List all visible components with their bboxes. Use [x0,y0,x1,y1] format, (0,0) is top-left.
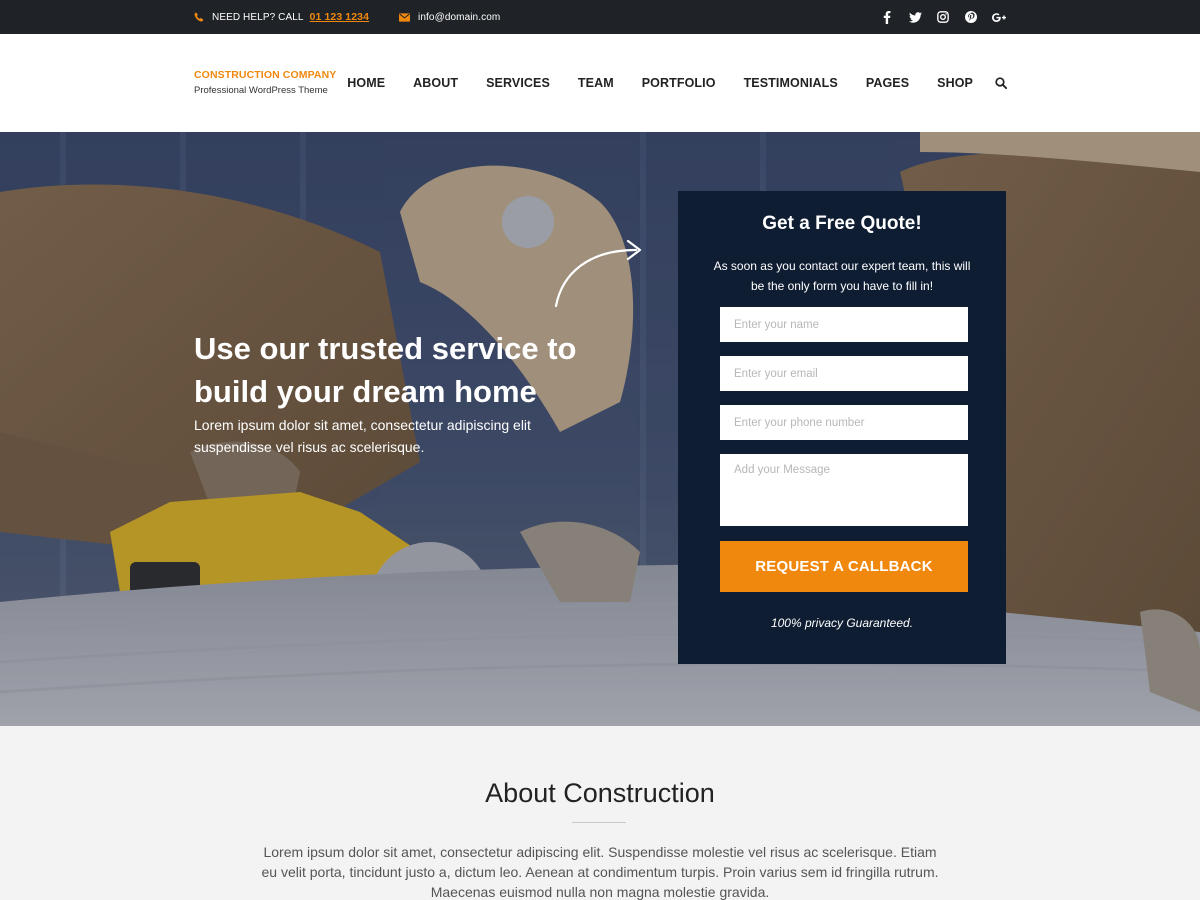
pinterest-icon[interactable] [964,10,978,24]
main-nav: HOME ABOUT SERVICES TEAM PORTFOLIO TESTI… [319,34,1007,132]
hero-overlay [0,132,1200,726]
hero-text: Lorem ipsum dolor sit amet, consectetur … [194,417,531,455]
nav-item-services[interactable]: SERVICES [486,76,550,90]
nav-item-team[interactable]: TEAM [578,76,614,90]
message-field[interactable] [720,454,968,526]
about-divider [572,822,626,823]
privacy-note: 100% privacy Guaranteed. [770,616,914,630]
top-bar: NEED HELP? CALL 01 123 1234 info@domain.… [0,0,1200,34]
phone-link[interactable]: 01 123 1234 [310,11,370,23]
about-text: Lorem ipsum dolor sit amet, consectetur … [261,844,939,900]
search-icon[interactable] [995,77,1007,89]
nav-item-home[interactable]: HOME [347,76,385,90]
site-header: CONSTRUCTION COMPANY Professional WordPr… [0,34,1200,132]
request-callback-button[interactable]: REQUEST A CALLBACK [720,541,968,592]
facebook-icon[interactable] [880,10,894,24]
brand-name: CONSTRUCTION COMPANY [194,69,337,81]
email-link[interactable]: info@domain.com [418,12,500,23]
hero-section: Use our trusted service to build your dr… [0,132,1200,726]
quote-subtitle: As soon as you contact our expert team, … [713,259,971,293]
phone-icon [194,12,204,22]
envelope-icon [399,12,411,22]
hero-title: Use our trusted service to build your dr… [194,331,577,409]
about-section: About Construction Lorem ipsum dolor sit… [0,726,1200,900]
brand-tagline: Professional WordPress Theme [194,85,328,96]
twitter-icon[interactable] [908,10,922,24]
nav-item-about[interactable]: ABOUT [413,76,458,90]
nav-item-pages[interactable]: PAGES [866,76,909,90]
phone-field[interactable] [720,405,968,440]
help-label: NEED HELP? CALL [212,11,304,23]
google-plus-icon[interactable] [992,10,1006,24]
nav-item-testimonials[interactable]: TESTIMONIALS [744,76,838,90]
curved-arrow-icon [554,239,642,308]
email-contact: info@domain.com [399,12,500,23]
help-contact: NEED HELP? CALL 01 123 1234 [194,11,369,23]
social-links [880,0,1006,34]
about-title: About Construction [485,778,715,808]
email-field[interactable] [720,356,968,391]
quote-form: Get a Free Quote! As soon as you contact… [678,191,1006,664]
instagram-icon[interactable] [936,10,950,24]
name-field[interactable] [720,307,968,342]
nav-item-portfolio[interactable]: PORTFOLIO [642,76,716,90]
quote-title: Get a Free Quote! [762,213,922,234]
site-logo[interactable]: CONSTRUCTION COMPANY Professional WordPr… [194,69,336,96]
nav-item-shop[interactable]: SHOP [937,76,973,90]
